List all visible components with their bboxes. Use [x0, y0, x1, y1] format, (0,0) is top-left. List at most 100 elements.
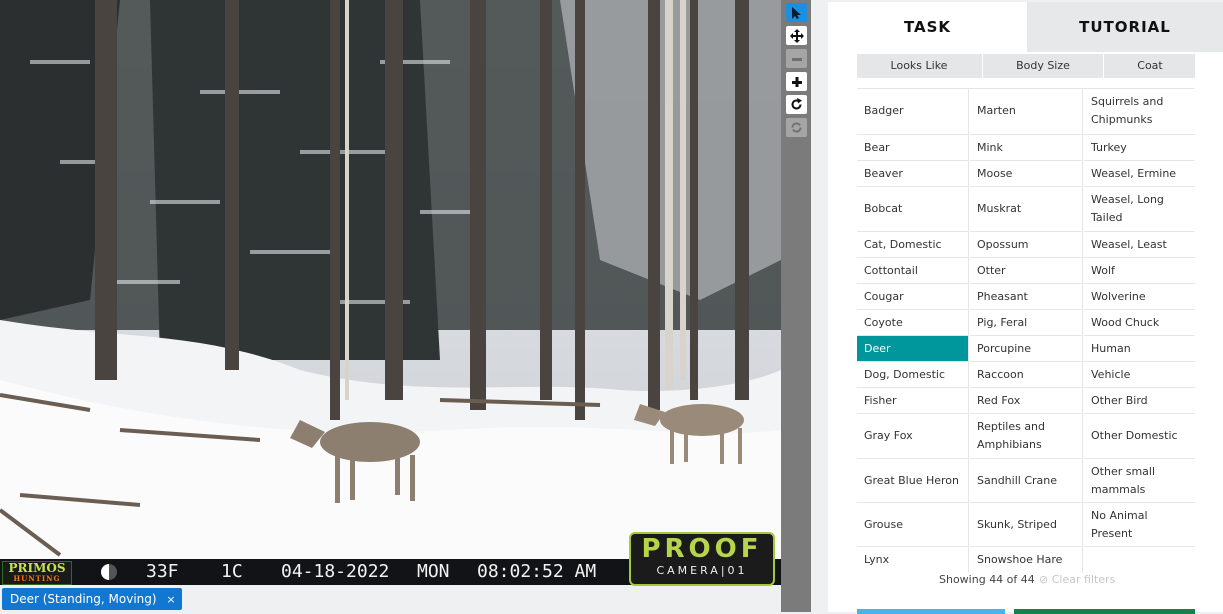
species-option-bear[interactable]: Bear: [857, 135, 969, 161]
rotate-button[interactable]: [786, 95, 807, 114]
species-option-great-blue-heron[interactable]: Great Blue Heron: [857, 459, 969, 503]
temperature-c: 1C: [221, 561, 243, 582]
move-icon: [789, 26, 804, 44]
species-option-beaver[interactable]: Beaver: [857, 161, 969, 187]
species-label: Bear: [864, 140, 890, 154]
species-option-weasel-least[interactable]: Weasel, Least: [1084, 232, 1195, 258]
species-label: Grouse: [864, 517, 904, 531]
clear-filters-button[interactable]: ⊘ Clear filters: [1039, 573, 1115, 586]
species-label: Skunk, Striped: [977, 517, 1057, 531]
species-option-red-fox[interactable]: Red Fox: [970, 388, 1083, 414]
species-option-otter[interactable]: Otter: [970, 258, 1083, 284]
tab-tutorial[interactable]: TUTORIAL: [1027, 2, 1223, 52]
species-option-muskrat[interactable]: Muskrat: [970, 187, 1083, 232]
species-label: Muskrat: [977, 202, 1022, 215]
species-empty-cell: [1084, 547, 1195, 573]
species-label: Moose: [977, 166, 1013, 180]
species-option-no-animal-present[interactable]: No Animal Present: [1084, 503, 1195, 547]
species-option-fisher[interactable]: Fisher: [857, 388, 969, 414]
species-option-vehicle[interactable]: Vehicle: [1084, 362, 1195, 388]
remove-tag-icon[interactable]: ×: [166, 589, 175, 611]
species-label: Cougar: [864, 289, 904, 303]
species-option-badger[interactable]: Badger: [857, 88, 969, 135]
species-label: Wood Chuck: [1091, 315, 1160, 329]
filter-bar: Looks Like Body Size Coat: [857, 54, 1195, 78]
filter-coat[interactable]: Coat: [1103, 54, 1196, 78]
species-label: Sandhill Crane: [977, 473, 1057, 487]
species-label: Raccoon: [977, 367, 1024, 381]
species-label: Pig, Feral: [977, 315, 1028, 329]
species-label: Turkey: [1091, 140, 1127, 154]
species-option-reptiles-and-amphibians[interactable]: Reptiles and Amphibians: [970, 414, 1083, 459]
species-option-snowshoe-hare[interactable]: Snowshoe Hare: [970, 547, 1083, 573]
clear-filters-label: Clear filters: [1051, 573, 1116, 586]
filter-looks-like[interactable]: Looks Like: [857, 54, 981, 78]
rotate-icon: [790, 95, 803, 113]
primos-logo-text: PRIMOS: [8, 561, 66, 575]
forest-scene: [0, 0, 781, 585]
species-option-squirrels-and-chipmunks[interactable]: Squirrels and Chipmunks: [1084, 88, 1195, 135]
species-option-other-small-mammals[interactable]: Other small mammals: [1084, 459, 1195, 503]
species-option-gray-fox[interactable]: Gray Fox: [857, 414, 969, 459]
species-option-dog-domestic[interactable]: Dog, Domestic: [857, 362, 969, 388]
species-option-bobcat[interactable]: Bobcat: [857, 187, 969, 232]
species-option-deer[interactable]: Deer: [857, 336, 969, 362]
species-option-weasel-long-tailed[interactable]: Weasel, Long Tailed: [1084, 187, 1195, 232]
capture-time: 08:02:52 AM: [477, 561, 597, 582]
species-label: Weasel, Least: [1091, 237, 1167, 251]
species-label: Mink: [977, 140, 1003, 154]
temperature-f: 33F: [146, 561, 179, 582]
species-label: Wolf: [1091, 263, 1115, 277]
species-option-cougar[interactable]: Cougar: [857, 284, 969, 310]
species-label: Marten: [977, 104, 1016, 117]
species-option-cottontail[interactable]: Cottontail: [857, 258, 969, 284]
species-option-cat-domestic[interactable]: Cat, Domestic: [857, 232, 969, 258]
species-label: Squirrels and Chipmunks: [1091, 95, 1164, 126]
species-option-marten[interactable]: Marten: [970, 88, 1083, 135]
proof-camera-logo: PROOF CAMERA|01: [629, 532, 775, 586]
species-option-other-domestic[interactable]: Other Domestic: [1084, 414, 1195, 459]
primos-logo-subtext: HUNTING: [13, 574, 61, 583]
species-label: No Animal Present: [1091, 508, 1148, 540]
species-label: Beaver: [864, 166, 903, 180]
species-option-turkey[interactable]: Turkey: [1084, 135, 1195, 161]
species-option-skunk-striped[interactable]: Skunk, Striped: [970, 503, 1083, 547]
species-option-pig-feral[interactable]: Pig, Feral: [970, 310, 1083, 336]
pointer-tool-button[interactable]: [786, 3, 807, 22]
reset-button[interactable]: [786, 118, 807, 137]
tab-task[interactable]: TASK: [828, 2, 1027, 52]
zoom-out-button[interactable]: [786, 49, 807, 68]
species-label: Cottontail: [864, 263, 918, 277]
moon-phase-icon: [101, 564, 117, 580]
species-option-weasel-ermine[interactable]: Weasel, Ermine: [1084, 161, 1195, 187]
species-label: Pheasant: [977, 289, 1028, 303]
task-panel: TASK TUTORIAL Looks Like Body Size Coat …: [828, 2, 1223, 614]
species-option-porcupine[interactable]: Porcupine: [970, 336, 1083, 362]
species-option-wolf[interactable]: Wolf: [1084, 258, 1195, 284]
species-label: Snowshoe Hare: [977, 553, 1063, 566]
species-option-mink[interactable]: Mink: [970, 135, 1083, 161]
zoom-in-button[interactable]: [786, 72, 807, 91]
filter-body-size[interactable]: Body Size: [982, 54, 1103, 78]
species-option-grouse[interactable]: Grouse: [857, 503, 969, 547]
species-option-lynx[interactable]: Lynx: [857, 547, 969, 573]
species-label: Lynx: [864, 553, 890, 566]
species-option-opossum[interactable]: Opossum: [970, 232, 1083, 258]
annotation-tag[interactable]: Deer (Standing, Moving) ×: [2, 588, 182, 610]
species-option-wood-chuck[interactable]: Wood Chuck: [1084, 310, 1195, 336]
annotation-tag-label: Deer (Standing, Moving): [10, 592, 157, 606]
species-label: Other Bird: [1091, 393, 1148, 407]
species-option-other-bird[interactable]: Other Bird: [1084, 388, 1195, 414]
species-option-moose[interactable]: Moose: [970, 161, 1083, 187]
species-label: Vehicle: [1091, 367, 1131, 381]
species-option-sandhill-crane[interactable]: Sandhill Crane: [970, 459, 1083, 503]
species-label: Cat, Domestic: [864, 237, 942, 251]
species-option-human[interactable]: Human: [1084, 336, 1195, 362]
pan-tool-button[interactable]: [786, 26, 807, 45]
subject-image[interactable]: PRIMOS HUNTING 33F 1C 04-18-2022 MON 08:…: [0, 0, 781, 585]
species-option-raccoon[interactable]: Raccoon: [970, 362, 1083, 388]
species-option-pheasant[interactable]: Pheasant: [970, 284, 1083, 310]
species-label: Badger: [864, 104, 904, 117]
species-option-wolverine[interactable]: Wolverine: [1084, 284, 1195, 310]
species-option-coyote[interactable]: Coyote: [857, 310, 969, 336]
